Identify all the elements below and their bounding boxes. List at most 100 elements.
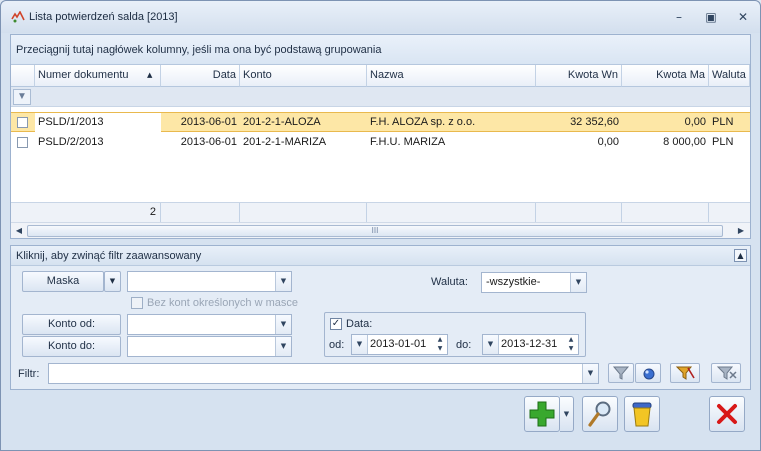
header-numer-dokumentu[interactable]: Numer dokumentu ▲ [35, 65, 161, 87]
cell-data: 2013-06-01 [180, 116, 237, 128]
cancel-button[interactable] [709, 396, 745, 432]
scroll-right-icon[interactable]: ▶ [735, 225, 747, 237]
header-checkbox-column[interactable] [11, 65, 35, 87]
cell-waluta: PLN [712, 116, 734, 128]
scroll-thumb[interactable]: III [27, 225, 723, 237]
app-icon [11, 11, 25, 23]
chevron-down-icon[interactable]: ▼ [275, 315, 291, 334]
date-to-spinner-icon[interactable]: ▲ ▼ [564, 335, 578, 354]
cell-nazwa: F.H. ALOZA sp. z o.o. [370, 116, 476, 128]
header-label: Numer dokumentu [38, 69, 129, 81]
chevron-down-icon[interactable]: ▼ [275, 337, 291, 356]
advanced-filter-header[interactable]: Kliknij, aby zwinąć filtr zaawansowany ▲ [11, 246, 750, 266]
window-title: Lista potwierdzeń salda [2013] [29, 11, 178, 23]
scroll-left-icon[interactable]: ◀ [13, 225, 25, 237]
date-to-input[interactable]: ▼ 2013-12-31 ▲ ▼ [482, 334, 579, 355]
waluta-label: Waluta: [431, 276, 468, 288]
bez-kont-checkbox[interactable] [131, 297, 143, 309]
header-data[interactable]: Data [161, 65, 240, 87]
summary-cell [161, 203, 240, 223]
close-icon [717, 404, 737, 424]
filter-row[interactable]: ▼ [11, 87, 750, 107]
filter-sphere-icon [643, 368, 655, 380]
close-icon[interactable]: ✕ [735, 9, 751, 25]
trash-bin-icon [632, 402, 652, 427]
summary-cell [240, 203, 367, 223]
table-row[interactable]: PSLD/1/2013 2013-06-01 201-2-1-ALOZA F.H… [11, 112, 750, 133]
documents-grid: Przeciągnij tutaj nagłówek kolumny, jeśl… [10, 34, 751, 239]
filter-icon[interactable]: ▼ [13, 89, 31, 105]
filtr-input[interactable]: ▼ [48, 363, 599, 384]
group-by-panel[interactable]: Przeciągnij tutaj nagłówek kolumny, jeśl… [11, 35, 750, 65]
cell-kwota-wn: 32 352,60 [570, 116, 619, 128]
cell-nazwa: F.H.U. MARIZA [370, 136, 446, 148]
title-bar: Lista potwierdzeń salda [2013] – ▣ ✕ [1, 1, 760, 33]
date-from-dropdown-icon[interactable]: ▼ [352, 335, 368, 354]
add-button[interactable] [524, 396, 560, 432]
maska-input[interactable]: ▼ [127, 271, 292, 292]
group-hint: Przeciągnij tutaj nagłówek kolumny, jeśl… [16, 44, 382, 56]
cell-data: 2013-06-01 [180, 136, 237, 148]
row-checkbox[interactable] [17, 137, 28, 148]
collapse-icon[interactable]: ▲ [734, 249, 747, 262]
add-dropdown-button[interactable]: ▼ [560, 396, 574, 432]
header-kwota-ma[interactable]: Kwota Ma [622, 65, 709, 87]
summary-cell [536, 203, 622, 223]
funnel-icon [612, 366, 630, 380]
broom-icon [675, 366, 695, 380]
date-from-input[interactable]: ▼ 2013-01-01 ▲ ▼ [351, 334, 448, 355]
summary-row: 2 [11, 202, 750, 223]
row-count: 2 [11, 203, 161, 223]
do-label: do: [456, 339, 472, 351]
waluta-value: -wszystkie- [486, 276, 541, 288]
od-label: od: [329, 339, 345, 351]
bez-kont-label: Bez kont określonych w masce [147, 297, 299, 309]
data-checkbox[interactable]: ✓ [330, 318, 342, 330]
sort-ascending-icon: ▲ [147, 71, 153, 79]
chevron-down-icon[interactable]: ▼ [582, 364, 598, 383]
header-konto[interactable]: Konto [240, 65, 367, 87]
date-to-dropdown-icon[interactable]: ▼ [483, 335, 499, 354]
maska-button[interactable]: Maska [22, 271, 104, 292]
preview-button[interactable] [582, 396, 618, 432]
delete-to-bin-button[interactable] [624, 396, 660, 432]
horizontal-scrollbar[interactable]: ◀ III ▶ [11, 222, 750, 238]
chevron-down-icon[interactable]: ▼ [570, 273, 586, 292]
cell-kwota-wn: 0,00 [597, 136, 619, 148]
header-waluta[interactable]: Waluta [709, 65, 750, 87]
clear-filter-button[interactable] [670, 363, 700, 383]
header-kwota-wn[interactable]: Kwota Wn [536, 65, 622, 87]
cell-konto: 201-2-1-ALOZA [243, 116, 321, 128]
maximize-icon[interactable]: ▣ [703, 9, 719, 25]
advanced-filter-title: Kliknij, aby zwinąć filtr zaawansowany [16, 250, 202, 262]
konto-do-input[interactable]: ▼ [127, 336, 292, 357]
date-to-value: 2013-12-31 [501, 338, 558, 350]
cell-numer: PSLD/1/2013 [35, 113, 161, 133]
cell-numer: PSLD/2/2013 [38, 136, 104, 148]
date-range-group: ✓ Data: od: ▼ 2013-01-01 ▲ ▼ do: ▼ 2013-1… [324, 312, 586, 357]
konto-od-input[interactable]: ▼ [127, 314, 292, 335]
data-label: Data: [346, 318, 373, 330]
header-nazwa[interactable]: Nazwa [367, 65, 536, 87]
remove-filter-button[interactable] [711, 363, 741, 383]
maska-dropdown-icon[interactable]: ▼ [104, 271, 121, 292]
filter-options-button[interactable] [635, 363, 661, 383]
chevron-down-icon[interactable]: ▼ [275, 272, 291, 291]
row-checkbox[interactable] [17, 117, 28, 128]
funnel-x-icon [716, 366, 737, 380]
date-from-spinner-icon[interactable]: ▲ ▼ [433, 335, 447, 354]
cell-kwota-ma: 0,00 [684, 116, 706, 128]
apply-filter-button[interactable] [608, 363, 634, 383]
summary-cell [622, 203, 709, 223]
plus-icon [529, 401, 555, 427]
konto-do-button[interactable]: Konto do: [22, 336, 121, 357]
magnifier-icon [588, 401, 611, 427]
minimize-icon[interactable]: – [671, 9, 687, 25]
waluta-select[interactable]: -wszystkie- ▼ [481, 272, 587, 293]
table-row[interactable]: PSLD/2/2013 2013-06-01 201-2-1-MARIZA F.… [11, 133, 750, 153]
cell-konto: 201-2-1-MARIZA [243, 136, 327, 148]
filtr-label: Filtr: [18, 368, 40, 380]
konto-od-button[interactable]: Konto od: [22, 314, 121, 335]
summary-cell [367, 203, 536, 223]
advanced-filter-panel: Kliknij, aby zwinąć filtr zaawansowany ▲… [10, 245, 751, 390]
